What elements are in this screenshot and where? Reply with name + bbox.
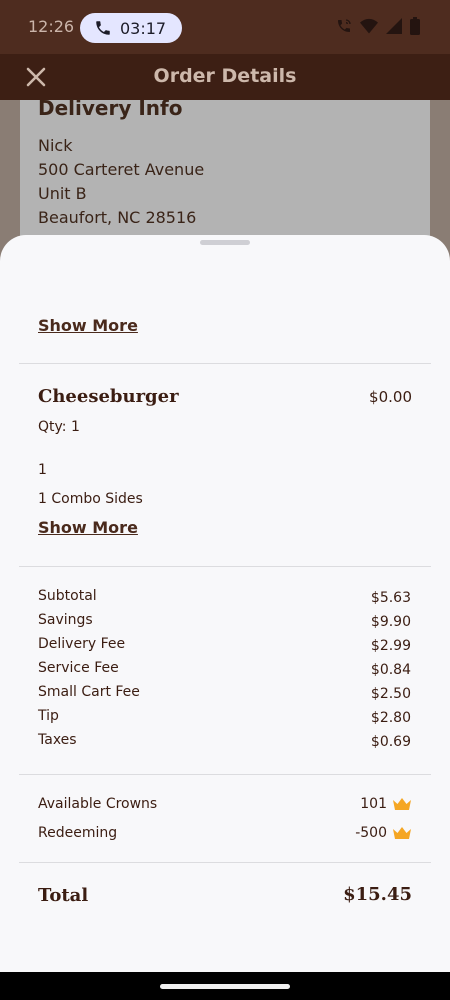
delivery-info-heading: Delivery Info xyxy=(38,96,183,120)
drag-handle[interactable] xyxy=(200,240,250,245)
summary-label: Service Fee xyxy=(38,660,119,676)
delivery-address-line2: Unit B xyxy=(38,184,87,203)
call-duration: 03:17 xyxy=(120,18,167,38)
crowns-redeeming-label: Redeeming xyxy=(38,825,118,841)
divider xyxy=(19,862,431,863)
delivery-city-state-zip: Beaufort, NC 28516 xyxy=(38,208,197,227)
summary-row-small-cart-fee: Small Cart Fee $2.50 xyxy=(38,684,411,706)
status-time: 12:26 xyxy=(28,17,75,36)
summary-value: $9.90 xyxy=(370,614,411,630)
crown-icon xyxy=(393,798,411,810)
delivery-address-line1: 500 Carteret Avenue xyxy=(38,160,205,179)
summary-row-service-fee: Service Fee $0.84 xyxy=(38,660,411,682)
divider xyxy=(19,774,431,775)
crowns-available: 101 xyxy=(360,796,411,812)
item-name: Cheeseburger xyxy=(38,386,179,407)
item-price: $0.00 xyxy=(369,388,412,406)
wifi-calling-icon xyxy=(338,19,351,32)
summary-label: Savings xyxy=(38,612,93,628)
battery-icon xyxy=(410,17,420,35)
summary-row-subtotal: Subtotal $5.63 xyxy=(38,588,411,610)
total-value: $15.45 xyxy=(343,884,412,905)
divider xyxy=(19,363,431,364)
home-gesture-handle[interactable] xyxy=(160,984,290,989)
crowns-redeeming-value: -500 xyxy=(355,825,387,841)
delivery-name: Nick xyxy=(38,136,73,155)
app-header: Order Details xyxy=(0,54,450,100)
status-icons xyxy=(336,17,420,35)
summary-value: $2.80 xyxy=(370,710,411,726)
summary-row-tip: Tip $2.80 xyxy=(38,708,411,730)
summary-row-savings: Savings $9.90 xyxy=(38,612,411,634)
phone-icon xyxy=(96,21,110,35)
page-title: Order Details xyxy=(153,65,297,87)
wifi-icon xyxy=(360,18,378,34)
system-nav-bar xyxy=(0,972,450,1000)
show-more-link-top[interactable]: Show More xyxy=(38,316,138,335)
summary-row-delivery-fee: Delivery Fee $2.99 xyxy=(38,636,411,658)
cell-signal-icon xyxy=(386,18,402,34)
summary-row-taxes: Taxes $0.69 xyxy=(38,732,411,754)
ongoing-call-chip[interactable]: 03:17 xyxy=(80,13,182,43)
summary-label: Small Cart Fee xyxy=(38,684,140,700)
order-bottom-sheet: Show More Cheeseburger $0.00 Qty: 1 1 1 … xyxy=(0,235,450,972)
summary-value: $0.84 xyxy=(370,662,411,678)
crowns-available-row: Available Crowns 101 xyxy=(38,796,411,818)
summary-value: $2.99 xyxy=(370,638,411,654)
summary-value: $5.63 xyxy=(370,590,411,606)
summary-label: Tip xyxy=(38,708,59,724)
item-option: 1 xyxy=(38,462,47,478)
summary-label: Delivery Fee xyxy=(38,636,126,652)
crowns-redeeming-row: Redeeming -500 xyxy=(38,825,411,847)
status-bar: 12:26 03:17 xyxy=(0,0,450,54)
item-option: 1 Combo Sides xyxy=(38,491,143,507)
crowns-available-value: 101 xyxy=(360,796,387,812)
summary-value: $2.50 xyxy=(370,686,411,702)
summary-label: Subtotal xyxy=(38,588,97,604)
summary-value: $0.69 xyxy=(370,734,411,750)
crown-icon xyxy=(393,827,411,839)
crowns-available-label: Available Crowns xyxy=(38,796,158,812)
item-qty: Qty: 1 xyxy=(38,419,80,435)
crowns-redeeming: -500 xyxy=(355,825,411,841)
total-label: Total xyxy=(38,885,89,906)
divider xyxy=(19,566,431,567)
summary-label: Taxes xyxy=(38,732,77,748)
show-more-link[interactable]: Show More xyxy=(38,518,138,537)
